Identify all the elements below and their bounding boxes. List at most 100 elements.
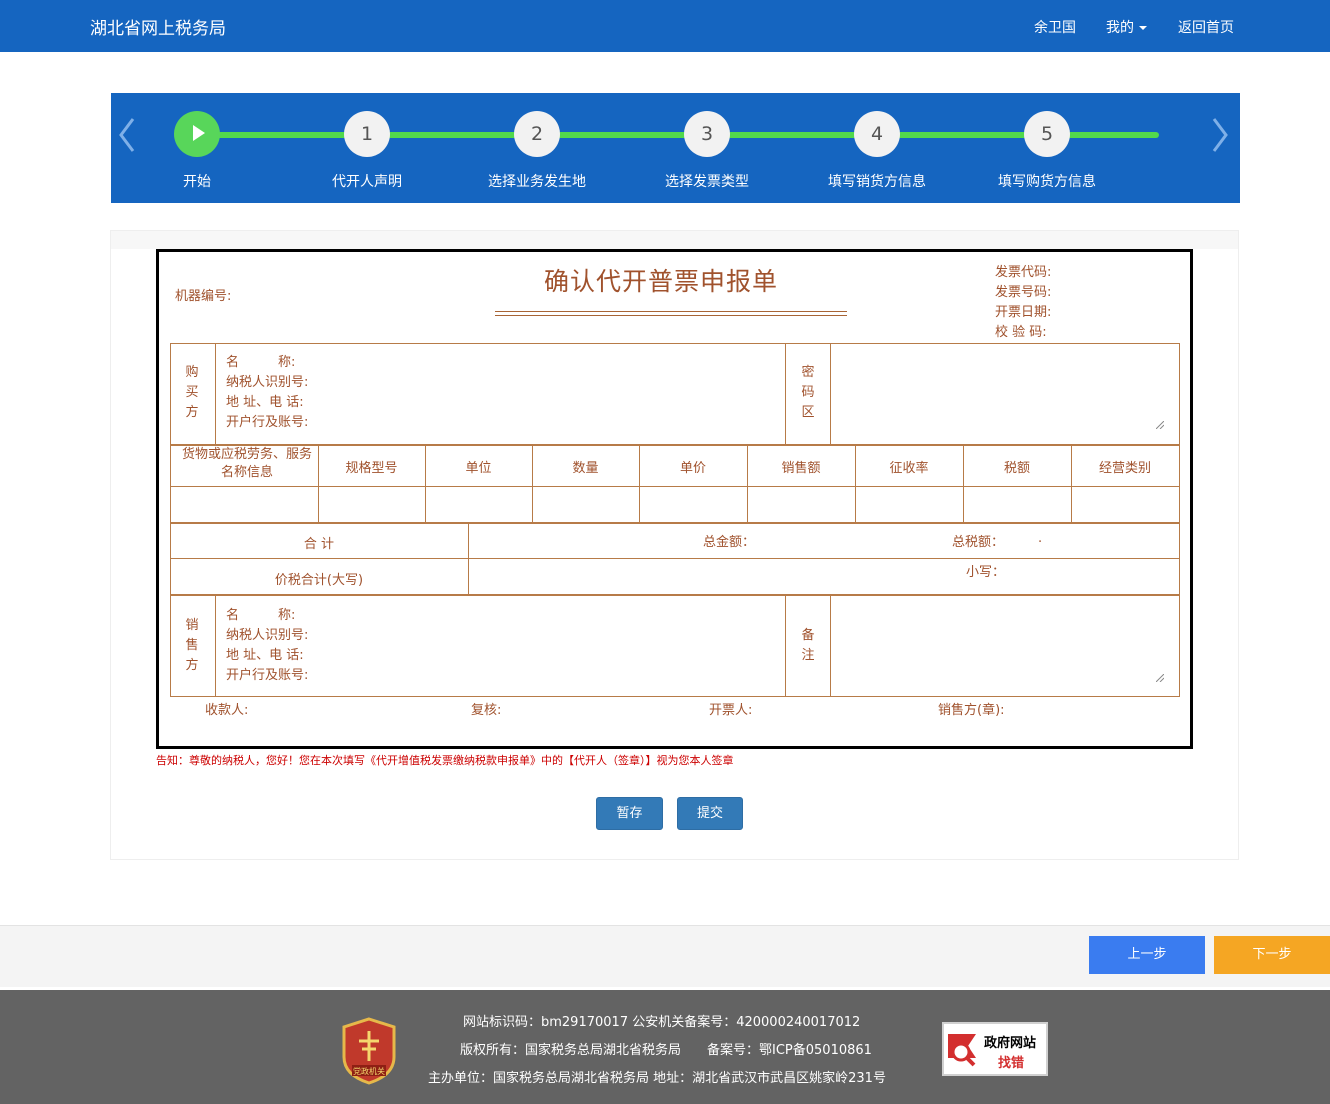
previous-step-button[interactable]: 上一步 xyxy=(1089,936,1205,974)
divider xyxy=(170,444,1180,446)
site-brand[interactable]: 湖北省网上税务局 xyxy=(90,14,226,39)
step-label: 填写购货方信息 xyxy=(998,174,1096,190)
party-government-badge-icon[interactable]: 党政机关 xyxy=(340,1017,398,1085)
submit-button[interactable]: 提交 xyxy=(677,797,743,830)
nav-user-name[interactable]: 余卫国 xyxy=(1034,17,1076,37)
nav-mine-dropdown[interactable]: 我的 xyxy=(1106,17,1147,37)
divider xyxy=(170,522,1180,524)
magnifier-icon xyxy=(948,1034,976,1067)
play-icon xyxy=(174,111,220,157)
save-draft-button[interactable]: 暂存 xyxy=(596,797,663,830)
divider xyxy=(785,343,786,444)
buyer-bank-label: 开户行及账号: xyxy=(226,415,309,430)
wizard-stepper: 开始 1 代开人声明 2 选择业务发生地 3 选择发票类型 4 填写销货方信息 … xyxy=(111,93,1240,203)
seller-fields: 名 称: 纳税人识别号: 地 址、电 话: 开户行及账号: xyxy=(226,606,308,686)
step-start[interactable]: 开始 xyxy=(117,111,277,191)
resize-handle-icon[interactable] xyxy=(1156,674,1164,682)
col-rate: 征收率 xyxy=(889,461,929,476)
title-underline xyxy=(495,311,847,312)
col-unit: 单位 xyxy=(465,461,492,476)
buyer-side-label: 购买方 xyxy=(185,365,199,420)
seller-taxid-label: 纳税人识别号: xyxy=(226,628,309,643)
divider xyxy=(785,595,786,696)
divider xyxy=(830,595,831,696)
price-tax-total-label: 价税合计(大写) xyxy=(274,573,364,588)
seller-bank-label: 开户行及账号: xyxy=(226,668,309,683)
step-label: 选择发票类型 xyxy=(665,174,749,190)
resize-handle-icon[interactable] xyxy=(1156,421,1164,429)
nav-return-home[interactable]: 返回首页 xyxy=(1178,17,1234,37)
gov-badge-bottom-text: 找错 xyxy=(998,1056,1025,1071)
seller-seal-label: 销售方(章): xyxy=(938,703,1005,718)
step-3[interactable]: 3 选择发票类型 xyxy=(627,111,787,191)
payee-label: 收款人: xyxy=(205,703,249,718)
invoice-meta: 发票代码: 发票号码: 开票日期: 校 验 码: xyxy=(995,263,1051,343)
check-code-label: 校 验 码: xyxy=(995,325,1047,340)
step-number: 4 xyxy=(854,111,900,157)
col-tax: 税额 xyxy=(1003,461,1030,476)
divider xyxy=(170,558,1180,559)
footer-site-id: 网站标识码：bm29170017 公安机关备案号：420000240017012 xyxy=(463,1015,861,1030)
step-1[interactable]: 1 代开人声明 xyxy=(287,111,447,191)
invoice-code-label: 发票代码: xyxy=(995,265,1052,280)
title-underline xyxy=(495,315,847,316)
step-4[interactable]: 4 填写销货方信息 xyxy=(797,111,957,191)
col-goods-name: 货物或应税劳务、服务名称信息 xyxy=(181,447,312,480)
footer-host-address: 主办单位：国家税务总局湖北省税务局 地址：湖北省武汉市武昌区姚家岭231号 xyxy=(428,1071,886,1086)
step-number: 2 xyxy=(514,111,560,157)
total-tax-label: 总税额： xyxy=(952,535,1005,550)
col-spec: 规格型号 xyxy=(345,461,398,476)
nav-mine-label: 我的 xyxy=(1106,20,1134,36)
divider xyxy=(170,486,1180,487)
buyer-name-label: 名 称: xyxy=(226,355,296,370)
footer-copyright: 版权所有：国家税务总局湖北省税务局 备案号：鄂ICP备05010861 xyxy=(460,1043,872,1058)
invoice-form: 机器编号: 确认代开普票申报单 发票代码: 发票号码: 开票日期: 校 验 码:… xyxy=(156,249,1193,749)
panel-header xyxy=(111,231,1238,249)
seller-addr-label: 地 址、电 话: xyxy=(226,648,304,663)
step-number: 5 xyxy=(1024,111,1070,157)
step-label: 开始 xyxy=(183,174,211,190)
chevron-right-icon[interactable] xyxy=(1210,115,1230,155)
total-tax-value: . xyxy=(1038,531,1043,546)
gov-site-error-badge[interactable]: 政府网站 找错 xyxy=(942,1022,1048,1076)
step-2[interactable]: 2 选择业务发生地 xyxy=(457,111,617,191)
divider xyxy=(830,343,831,444)
top-navbar: 湖北省网上税务局 余卫国 我的 返回首页 xyxy=(0,0,1330,52)
col-price: 单价 xyxy=(679,461,706,476)
seller-name-label: 名 称: xyxy=(226,608,296,623)
form-title: 确认代开普票申报单 xyxy=(544,267,779,296)
col-quantity: 数量 xyxy=(572,461,599,476)
step-label: 选择业务发生地 xyxy=(488,174,586,190)
divider xyxy=(215,343,216,444)
buyer-taxid-label: 纳税人识别号: xyxy=(226,375,309,390)
step-5[interactable]: 5 填写购货方信息 xyxy=(967,111,1127,191)
invoice-date-label: 开票日期: xyxy=(995,305,1052,320)
signature-notice: 告知：尊敬的纳税人，您好！您在本次填写《代开增值税发票缴纳税款申报单》中的【代开… xyxy=(156,754,734,767)
step-label: 填写销货方信息 xyxy=(828,174,926,190)
total-label: 合 计 xyxy=(303,537,335,552)
cipher-area-label: 密码区 xyxy=(801,365,815,420)
caret-down-icon xyxy=(1139,26,1147,30)
small-amount-label: 小写： xyxy=(966,565,1006,580)
invoice-number-label: 发票号码: xyxy=(995,285,1052,300)
step-number: 1 xyxy=(344,111,390,157)
machine-number-label: 机器编号: xyxy=(175,289,232,304)
buyer-fields: 名 称: 纳税人识别号: 地 址、电 话: 开户行及账号: xyxy=(226,353,308,433)
remark-label: 备注 xyxy=(801,628,815,663)
divider xyxy=(215,595,216,696)
party-badge-text: 党政机关 xyxy=(353,1066,385,1076)
next-step-button[interactable]: 下一步 xyxy=(1214,936,1330,974)
step-number: 3 xyxy=(684,111,730,157)
review-label: 复核: xyxy=(471,703,502,718)
col-sales: 销售额 xyxy=(781,461,821,476)
gov-badge-top-text: 政府网站 xyxy=(984,1036,1037,1051)
step-label: 代开人声明 xyxy=(332,174,402,190)
divider xyxy=(170,594,1180,596)
divider xyxy=(468,523,469,595)
buyer-addr-label: 地 址、电 话: xyxy=(226,395,304,410)
total-amount-label: 总金额： xyxy=(703,535,756,550)
seller-side-label: 销售方 xyxy=(185,618,199,673)
col-business-type: 经营类别 xyxy=(1098,461,1151,476)
drawer-label: 开票人: xyxy=(709,703,753,718)
invoice-grid xyxy=(170,343,1180,697)
